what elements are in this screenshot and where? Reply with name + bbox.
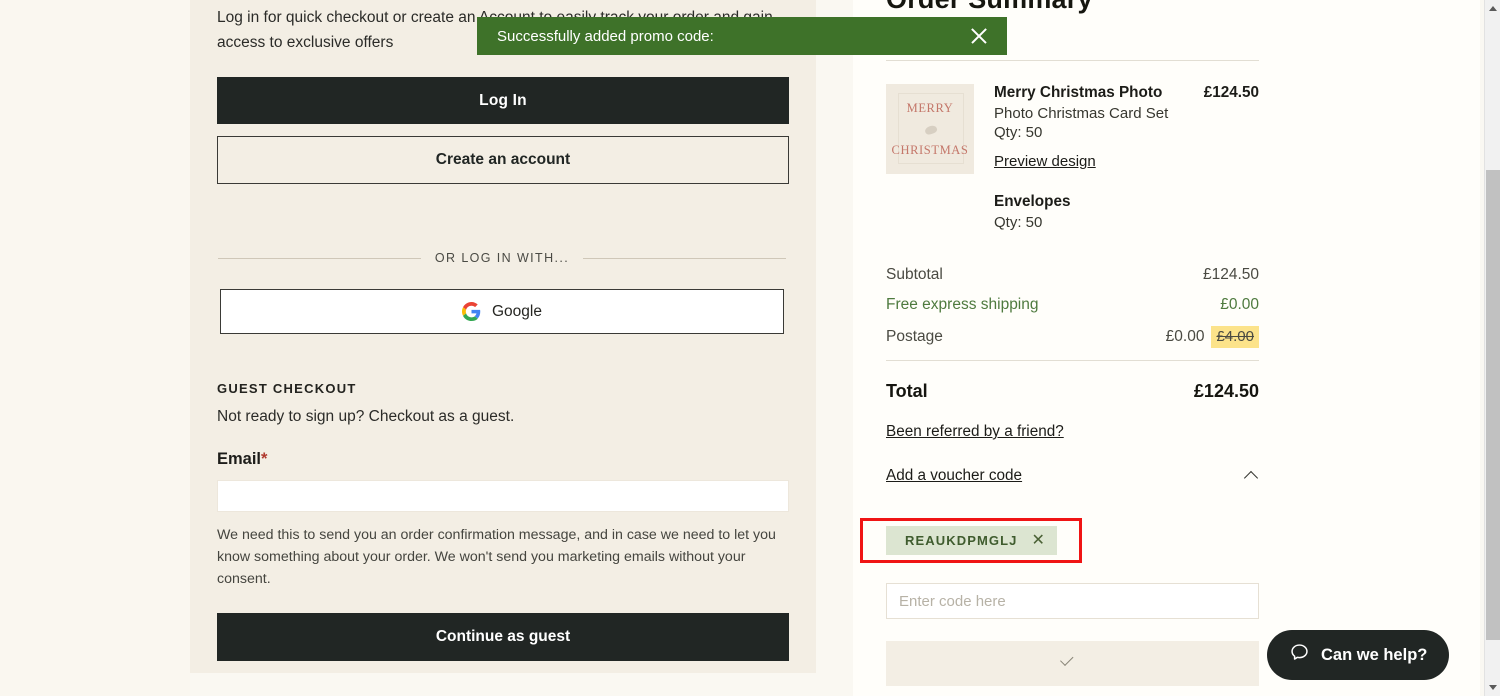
free-shipping-label: Free express shipping: [886, 296, 1039, 313]
postage-label: Postage: [886, 328, 943, 345]
chevron-up-icon: [1245, 469, 1259, 483]
free-shipping-value: £0.00: [1220, 296, 1259, 313]
product-thumbnail: MERRY CHRISTMAS: [886, 84, 974, 174]
add-voucher-code-toggle[interactable]: Add a voucher code: [886, 467, 1259, 485]
toast-message: Successfully added promo code:: [497, 27, 714, 45]
chat-help-widget[interactable]: Can we help?: [1267, 630, 1450, 680]
add-voucher-code-label: Add a voucher code: [886, 467, 1023, 484]
chat-help-label: Can we help?: [1321, 645, 1428, 664]
email-label-text: Email: [217, 450, 262, 468]
scroll-down-arrow-icon[interactable]: [1485, 679, 1500, 696]
postage-row: Postage £0.00 £4.00: [886, 326, 1259, 348]
grand-total-row: Total £124.50: [886, 381, 1259, 402]
check-icon: [1065, 659, 1081, 669]
vertical-scrollbar[interactable]: [1484, 0, 1500, 696]
postage-values: £0.00 £4.00: [1166, 326, 1259, 348]
chat-bubble-icon: [1289, 642, 1310, 668]
apply-voucher-button[interactable]: [886, 641, 1259, 686]
grand-total-label: Total: [886, 381, 928, 401]
scrollbar-thumb[interactable]: [1486, 170, 1500, 640]
remove-voucher-close-icon[interactable]: ✕: [1032, 532, 1045, 549]
guest-checkout-subtext: Not ready to sign up? Checkout as a gues…: [217, 408, 515, 425]
order-summary-content: MERRY CHRISTMAS Merry Christmas Photo £1…: [886, 60, 1259, 485]
preview-design-link[interactable]: Preview design: [994, 153, 1096, 170]
been-referred-by-a-friend-link[interactable]: Been referred by a friend?: [886, 423, 1064, 441]
order-item-row: MERRY CHRISTMAS Merry Christmas Photo £1…: [886, 61, 1259, 174]
order-item-title-row: Merry Christmas Photo £124.50: [994, 84, 1259, 102]
grand-total-value: £124.50: [1193, 381, 1259, 401]
totals-divider: [886, 360, 1259, 361]
order-item-description: Photo Christmas Card Set: [994, 105, 1169, 122]
google-g-icon: [462, 302, 481, 321]
page-background-left: [0, 0, 190, 696]
postage-struck-value: £4.00: [1211, 326, 1259, 348]
google-login-button[interactable]: Google: [220, 289, 784, 334]
order-item-price: £124.50: [1203, 84, 1259, 101]
order-item-details: Merry Christmas Photo £124.50 Photo Chri…: [994, 84, 1259, 174]
required-marker: *: [261, 450, 268, 468]
scroll-up-arrow-icon[interactable]: [1485, 0, 1500, 17]
email-input[interactable]: [217, 480, 789, 512]
order-item-qty: Qty: 50: [994, 124, 1043, 141]
promo-code-toast: Successfully added promo code:: [477, 17, 1007, 55]
divider-line-left: [218, 257, 421, 259]
subtotal-row: Subtotal £124.50: [886, 266, 1259, 284]
order-sub-item-envelopes: Envelopes Qty: 50: [994, 193, 1259, 231]
guest-checkout-heading: GUEST CHECKOUT: [217, 381, 357, 396]
free-shipping-row: Free express shipping £0.00: [886, 296, 1259, 314]
divider-label: OR LOG IN WITH...: [434, 251, 570, 265]
totals-block: Subtotal £124.50 Free express shipping £…: [886, 266, 1259, 485]
voucher-code-chip[interactable]: REAUKDPMGLJ ✕: [886, 526, 1057, 555]
order-summary-title: Order Summary: [886, 0, 1093, 15]
login-panel: Log in for quick checkout or create an A…: [190, 0, 816, 673]
sub-item-name: Envelopes: [994, 193, 1071, 210]
create-an-account-button[interactable]: Create an account: [217, 136, 789, 184]
thumbnail-bottom-text: CHRISTMAS: [891, 143, 969, 157]
continue-as-guest-button[interactable]: Continue as guest: [217, 613, 789, 661]
subtotal-value: £124.50: [1202, 266, 1259, 283]
page-root: Log in for quick checkout or create an A…: [0, 0, 1500, 696]
email-field-label: Email*: [217, 450, 789, 469]
postage-value: £0.00: [1165, 328, 1205, 345]
sub-item-qty: Qty: 50: [994, 214, 1043, 231]
subtotal-label: Subtotal: [886, 266, 943, 283]
thumbnail-top-text: MERRY: [906, 101, 954, 115]
voucher-code-text: REAUKDPMGLJ: [905, 533, 1018, 548]
or-log-in-with-divider: OR LOG IN WITH...: [218, 251, 786, 265]
toast-close-icon[interactable]: [969, 26, 989, 46]
log-in-button[interactable]: Log In: [217, 77, 789, 124]
email-help-text: We need this to send you an order confir…: [217, 527, 776, 587]
voucher-code-input[interactable]: [886, 583, 1259, 619]
google-login-label: Google: [492, 302, 542, 320]
divider-line-right: [583, 257, 786, 259]
order-item-name: Merry Christmas Photo: [994, 84, 1163, 101]
